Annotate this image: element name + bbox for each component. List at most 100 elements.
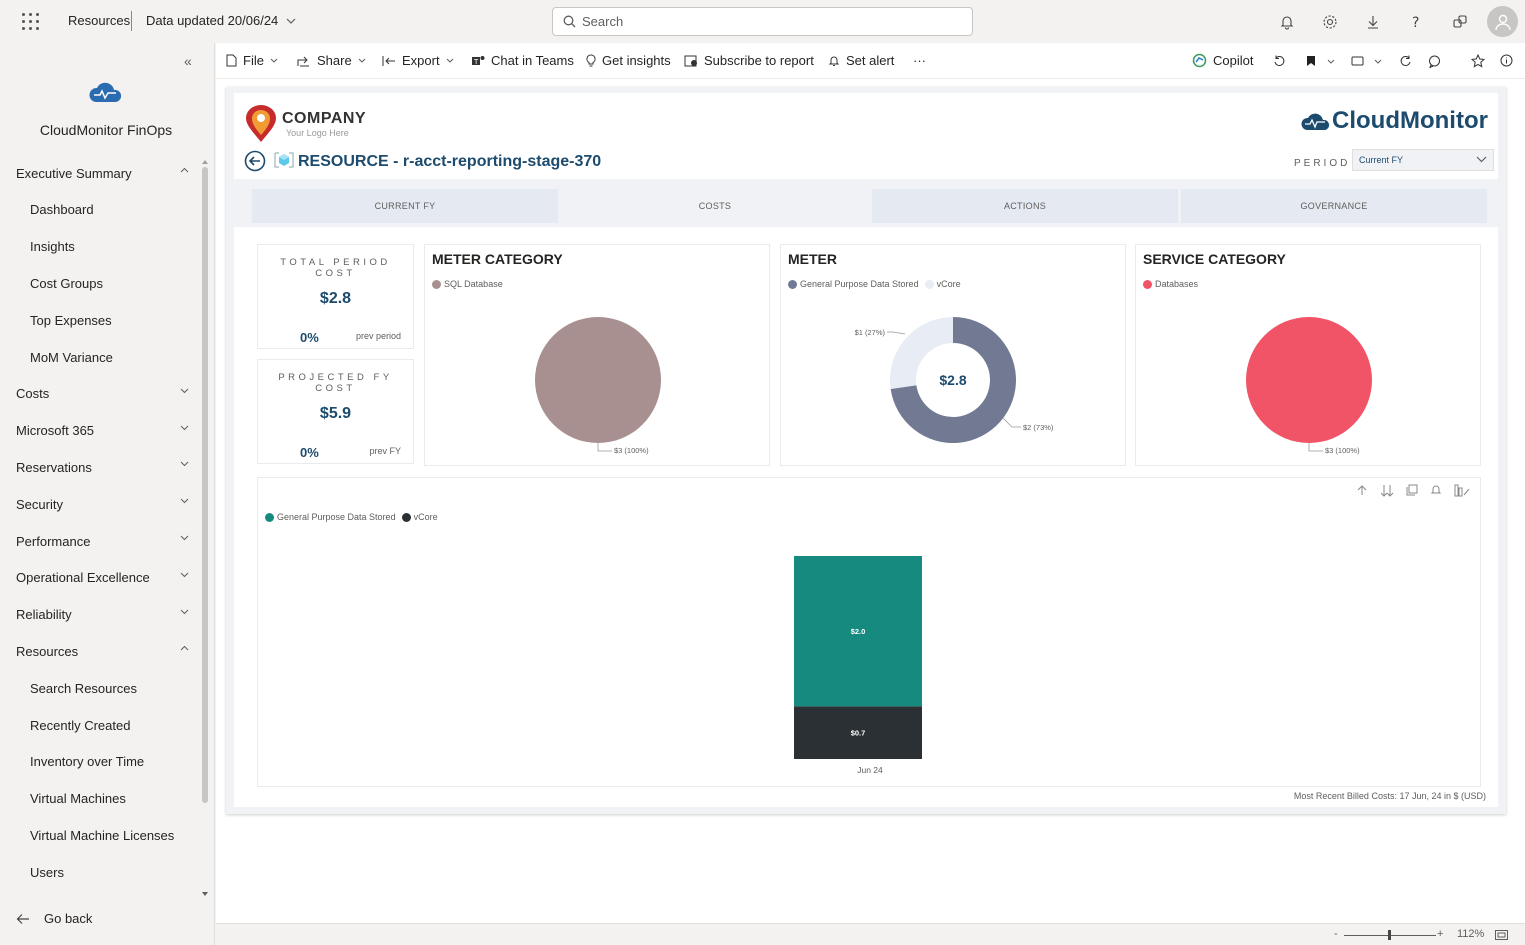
- pie-slice[interactable]: [1246, 317, 1372, 443]
- sidebar-item-microsoft-365[interactable]: Microsoft 365: [0, 416, 200, 446]
- chevron-down-icon[interactable]: [180, 461, 189, 467]
- sidebar-scrollbar[interactable]: [202, 167, 208, 803]
- search-input[interactable]: Search: [552, 7, 973, 36]
- kpi-total-period-cost[interactable]: TOTAL PERIOD COST $2.8 0% prev period: [257, 244, 414, 349]
- scroll-up-icon[interactable]: [201, 159, 209, 165]
- meter-chart[interactable]: METER General Purpose Data Stored vCore …: [780, 244, 1126, 466]
- zoom-slider-handle[interactable]: [1388, 930, 1391, 940]
- sidebar-item-performance[interactable]: Performance: [0, 526, 200, 556]
- chevron-down-icon[interactable]: [180, 572, 189, 578]
- feedback-icon[interactable]: [1450, 12, 1470, 32]
- file-icon: [226, 54, 237, 67]
- zoom-in-button[interactable]: +: [1437, 928, 1443, 940]
- meter-category-chart[interactable]: METER CATEGORY SQL Database $3 (100%): [424, 244, 770, 466]
- sidebar-item-top-expenses[interactable]: Top Expenses: [0, 305, 200, 335]
- top-bar: Resources Data updated 20/06/24 Search ?: [0, 0, 1525, 43]
- tab-costs[interactable]: COSTS: [562, 189, 868, 223]
- tab-current-fy[interactable]: CURRENT FY: [252, 189, 558, 223]
- star-icon[interactable]: [1471, 54, 1485, 68]
- go-back-button[interactable]: Go back: [16, 911, 92, 926]
- view-icon[interactable]: [1351, 56, 1364, 66]
- sql-database-icon: [274, 152, 294, 168]
- x-tick-label: Jun 24: [857, 765, 883, 775]
- chevron-down-icon[interactable]: [180, 388, 189, 394]
- chevron-down-icon[interactable]: [1327, 59, 1335, 64]
- more-options-button[interactable]: ···: [913, 53, 926, 68]
- sidebar-item-dashboard[interactable]: Dashboard: [0, 195, 200, 225]
- sidebar-item-executive-summary[interactable]: Executive Summary: [0, 158, 200, 188]
- go-back-label: Go back: [44, 911, 93, 926]
- leader-line: [887, 331, 906, 335]
- comment-icon[interactable]: [1428, 55, 1441, 68]
- tab-actions[interactable]: ACTIONS: [872, 189, 1178, 223]
- back-arrow-icon[interactable]: [244, 150, 266, 172]
- help-icon[interactable]: ?: [1406, 12, 1426, 32]
- chevron-up-icon[interactable]: [180, 167, 189, 173]
- copilot-button[interactable]: Copilot: [1192, 53, 1253, 68]
- sidebar-item-label: Resources: [16, 643, 79, 659]
- scroll-down-icon[interactable]: [201, 891, 209, 897]
- set-alert-button[interactable]: Set alert: [828, 53, 894, 68]
- monthly-cost-bar-chart[interactable]: General Purpose Data Stored vCore $2.0 $0…: [257, 477, 1481, 787]
- resource-title: RESOURCE - r-acct-reporting-stage-370: [298, 153, 602, 170]
- period-dropdown[interactable]: Current FY: [1352, 149, 1494, 171]
- report-canvas: COMPANY Your Logo Here RESOURCE - r-acct…: [216, 79, 1525, 923]
- bar-data-label: $0.7: [851, 729, 866, 738]
- report-tabs: CURRENT FY COSTS ACTIONS GOVERNANCE: [252, 189, 1487, 223]
- reset-icon[interactable]: [1273, 55, 1285, 67]
- chat-in-teams-button[interactable]: T Chat in Teams: [471, 53, 574, 68]
- sidebar-item-label: Costs: [16, 386, 50, 402]
- kpi-projected-fy-cost[interactable]: PROJECTED FY COST $5.9 0% prev FY: [257, 359, 414, 464]
- chevron-down-icon[interactable]: [180, 498, 189, 504]
- chevron-down-icon[interactable]: [180, 535, 189, 541]
- bookmark-icon[interactable]: [1306, 55, 1316, 67]
- sidebar-item-users[interactable]: Users: [0, 857, 200, 887]
- fit-to-page-icon[interactable]: [1495, 930, 1508, 940]
- sidebar-item-virtual-machine-licenses[interactable]: Virtual Machine Licenses: [0, 820, 200, 850]
- chevron-down-icon[interactable]: [180, 425, 189, 431]
- sidebar-item-mom-variance[interactable]: MoM Variance: [0, 342, 200, 372]
- subscribe-button[interactable]: Subscribe to report: [684, 53, 814, 68]
- company-subtitle: Your Logo Here: [286, 128, 349, 138]
- refresh-icon[interactable]: [1399, 55, 1411, 67]
- file-label: File: [243, 53, 264, 68]
- file-menu[interactable]: File: [226, 53, 284, 68]
- get-insights-button[interactable]: Get insights: [586, 53, 671, 68]
- sidebar-item-security[interactable]: Security: [0, 489, 200, 519]
- breadcrumb-resources[interactable]: Resources: [68, 13, 130, 28]
- sidebar-item-reservations[interactable]: Reservations: [0, 452, 200, 482]
- sidebar-item-insights[interactable]: Insights: [0, 232, 200, 262]
- chevron-down-icon[interactable]: [180, 609, 189, 615]
- status-bar: - + 112%: [216, 923, 1525, 945]
- donut-chart-svg: $2 (73%) $1 (27%) $2.8: [855, 317, 1054, 443]
- service-category-chart[interactable]: SERVICE CATEGORY Databases $3 (100%): [1135, 244, 1481, 466]
- sidebar-item-costs[interactable]: Costs: [0, 379, 200, 409]
- sidebar-item-reliability[interactable]: Reliability: [0, 600, 200, 630]
- download-icon[interactable]: [1363, 12, 1383, 32]
- chevron-up-icon[interactable]: [180, 645, 189, 651]
- gear-icon[interactable]: [1320, 12, 1340, 32]
- sidebar-item-inventory-over-time[interactable]: Inventory over Time: [0, 747, 200, 777]
- export-menu[interactable]: Export: [382, 53, 460, 68]
- collapse-sidebar-icon[interactable]: «: [184, 53, 192, 69]
- app-launcher-icon[interactable]: [22, 13, 40, 31]
- tab-governance[interactable]: GOVERNANCE: [1181, 189, 1487, 223]
- search-icon: [563, 15, 576, 28]
- share-menu[interactable]: Share: [297, 53, 372, 68]
- sidebar-item-label: Users: [30, 864, 64, 880]
- sidebar-item-virtual-machines[interactable]: Virtual Machines: [0, 784, 200, 814]
- sidebar-item-operational-excellence[interactable]: Operational Excellence: [0, 563, 200, 593]
- avatar[interactable]: [1487, 6, 1518, 37]
- sidebar-item-cost-groups[interactable]: Cost Groups: [0, 268, 200, 298]
- report-page: COMPANY Your Logo Here RESOURCE - r-acct…: [226, 87, 1506, 814]
- sidebar-item-search-resources[interactable]: Search Resources: [0, 673, 200, 703]
- pie-slice[interactable]: [535, 317, 661, 443]
- chevron-down-icon[interactable]: [286, 18, 296, 24]
- sidebar-item-resources[interactable]: Resources: [0, 636, 200, 666]
- sidebar-item-recently-created[interactable]: Recently Created: [0, 710, 200, 740]
- chevron-down-icon[interactable]: [1374, 59, 1382, 64]
- bell-icon[interactable]: [1277, 12, 1297, 32]
- zoom-out-button[interactable]: -: [1334, 928, 1338, 940]
- data-updated-label[interactable]: Data updated 20/06/24: [146, 13, 278, 28]
- info-icon[interactable]: [1500, 54, 1513, 67]
